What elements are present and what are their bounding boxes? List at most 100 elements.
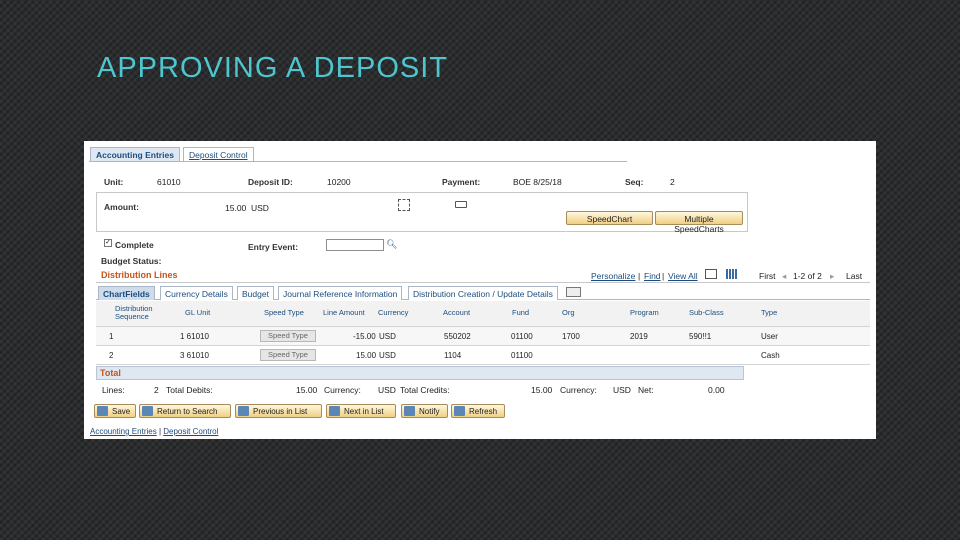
tab-accounting-entries[interactable]: Accounting Entries: [90, 147, 180, 162]
speedchart-button[interactable]: SpeedChart: [566, 211, 653, 225]
find-link[interactable]: Find: [644, 271, 661, 281]
debits-currency-value: USD: [378, 385, 396, 395]
col-fund: Fund: [512, 308, 530, 317]
deposit-id-label: Deposit ID:: [248, 177, 293, 187]
cell-seq: 1: [109, 332, 114, 341]
next-arrow-icon[interactable]: ▸: [830, 271, 834, 282]
refresh-icon: [454, 406, 465, 416]
notify-label: Notify: [419, 407, 440, 416]
table-row: 2 3 61010 Speed Type 15.00 USD 1104 0110…: [96, 346, 870, 365]
subtab-distribution-creation[interactable]: Distribution Creation / Update Details: [408, 286, 558, 300]
row-range: 1-2 of 2: [793, 271, 822, 281]
entry-event-label: Entry Event:: [248, 242, 299, 252]
distribution-lines-header: Distribution Lines Personalize | Find | …: [96, 268, 870, 283]
notify-button[interactable]: Notify: [401, 404, 448, 418]
save-button[interactable]: Save: [94, 404, 136, 418]
complete-checkbox[interactable]: ✓: [104, 239, 112, 247]
credits-currency-value: USD: [613, 385, 631, 395]
col-type: Type: [761, 308, 778, 317]
cell-type: User: [761, 332, 778, 341]
unit-label: Unit:: [104, 177, 124, 187]
multiple-speedcharts-button[interactable]: Multiple SpeedCharts: [655, 211, 743, 234]
speed-type-button[interactable]: Speed Type: [260, 330, 316, 342]
distribution-lines-title: Distribution Lines: [101, 270, 178, 280]
credits-currency-label: Currency:: [560, 385, 597, 395]
col-currency: Currency: [378, 308, 409, 317]
total-credits-label: Total Credits:: [400, 385, 450, 395]
refresh-button[interactable]: Refresh: [451, 404, 505, 418]
previous-icon: [238, 406, 249, 416]
total-credits-value: 15.00: [531, 385, 553, 395]
cell-line-amount: -15.00: [353, 332, 376, 341]
payment-value: BOE 8/25/18: [513, 177, 562, 187]
col-distribution-sequence: Distribution Sequence: [115, 304, 153, 321]
return-to-search-button[interactable]: Return to Search: [139, 404, 231, 418]
net-label: Net:: [638, 385, 654, 395]
notify-icon: [404, 406, 415, 416]
return-icon: [142, 406, 153, 416]
footer-deposit-control[interactable]: Deposit Control: [163, 427, 218, 436]
cell-fund: 01100: [511, 332, 533, 341]
refresh-label: Refresh: [469, 407, 498, 416]
amount-value: 15.00: [225, 203, 247, 213]
first-link[interactable]: First: [759, 271, 776, 281]
last-link[interactable]: Last: [846, 271, 862, 281]
subtab-chartfields[interactable]: ChartFields: [98, 286, 155, 300]
seq-label: Seq:: [625, 177, 644, 187]
payment-label: Payment:: [442, 177, 481, 187]
col-line-amount: Line Amount: [323, 308, 365, 317]
prev-arrow-icon[interactable]: ◂: [782, 271, 786, 282]
col-program: Program: [630, 308, 659, 317]
slide-title: APPROVING A DEPOSIT: [97, 52, 448, 84]
deposit-id-value: 10200: [327, 177, 351, 187]
download-icon[interactable]: [726, 269, 737, 279]
cell-org: 1700: [562, 332, 580, 341]
total-section-header: Total: [96, 366, 744, 380]
col-org: Org: [562, 308, 575, 317]
peoplesoft-window: Accounting Entries Deposit Control Unit:…: [84, 141, 876, 439]
cell-gl-unit: 3 61010: [180, 351, 209, 360]
net-value: 0.00: [708, 385, 725, 395]
grid-column-header-row: [96, 301, 870, 327]
footer-separator: |: [158, 427, 162, 436]
calculator-icon[interactable]: [455, 201, 467, 208]
previous-label: Previous in List: [253, 407, 308, 416]
zoom-icon[interactable]: [705, 269, 717, 279]
grid-lookup-icon[interactable]: [398, 199, 410, 211]
speed-type-button[interactable]: Speed Type: [260, 349, 316, 361]
footer-accounting-entries[interactable]: Accounting Entries: [90, 427, 157, 436]
footer-links: Accounting Entries | Deposit Control: [90, 427, 218, 436]
lookup-icon[interactable]: 🔍︎: [386, 239, 397, 250]
lines-value: 2: [154, 385, 159, 395]
cell-account: 1104: [444, 351, 462, 360]
cell-account: 550202: [444, 332, 471, 341]
personalize-link[interactable]: Personalize: [591, 271, 635, 281]
save-icon: [97, 406, 108, 416]
cell-gl-unit: 1 61010: [180, 332, 209, 341]
total-debits-label: Total Debits:: [166, 385, 213, 395]
next-icon: [329, 406, 340, 416]
cell-type: Cash: [761, 351, 780, 360]
entry-event-input[interactable]: [326, 239, 384, 251]
amount-currency: USD: [251, 203, 269, 213]
next-in-list-button[interactable]: Next in List: [326, 404, 396, 418]
view-all-link[interactable]: View All: [668, 271, 698, 281]
show-all-columns-icon[interactable]: [566, 287, 581, 297]
unit-value: 61010: [157, 177, 181, 187]
lines-label: Lines:: [102, 385, 125, 395]
tab-deposit-control[interactable]: Deposit Control: [183, 147, 254, 162]
cell-fund: 01100: [511, 351, 533, 360]
cell-program: 2019: [630, 332, 648, 341]
save-label: Save: [112, 407, 131, 416]
previous-in-list-button[interactable]: Previous in List: [235, 404, 322, 418]
subtab-budget[interactable]: Budget: [237, 286, 274, 300]
subtab-currency-details[interactable]: Currency Details: [160, 286, 233, 300]
next-label: Next in List: [344, 407, 384, 416]
return-label: Return to Search: [157, 407, 218, 416]
col-speed-type: Speed Type: [264, 308, 304, 317]
table-row: 1 1 61010 Speed Type -15.00 USD 550202 0…: [96, 327, 870, 346]
tab-deposit-control-label: Deposit Control: [189, 150, 248, 160]
complete-label: Complete: [115, 240, 154, 250]
subtab-journal-reference[interactable]: Journal Reference Information: [278, 286, 403, 300]
nav-separator: |: [638, 271, 641, 281]
